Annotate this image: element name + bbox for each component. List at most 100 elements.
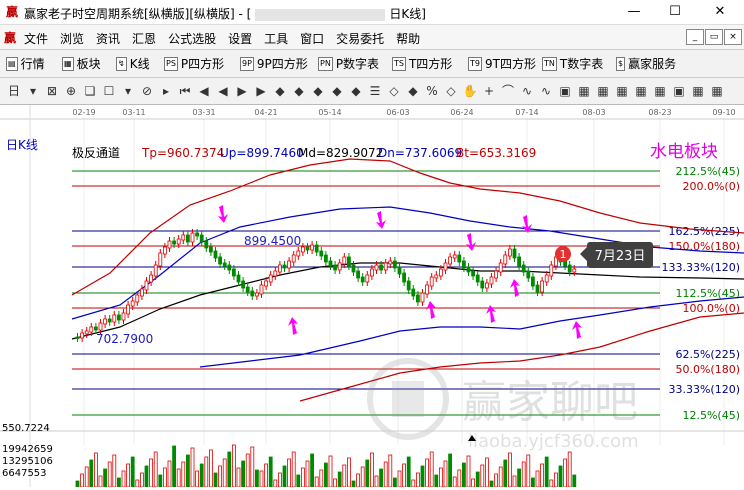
volume-bar xyxy=(250,446,255,488)
tool-icon[interactable]: ▶ xyxy=(234,83,250,99)
toolbar-button-8[interactable]: TN T数字表 xyxy=(542,55,603,72)
toolbar-button-1[interactable]: ▦ 板块 xyxy=(62,55,101,72)
kline-chart-panel[interactable]: 02-19 03-11 03-31 04-21 05-14 06-03 06-24 07-14… xyxy=(0,105,744,488)
volume-bar xyxy=(273,479,278,488)
tool-icon[interactable]: 日 xyxy=(6,83,22,99)
tool-icon[interactable]: ∿ xyxy=(538,83,554,99)
tool-icon[interactable]: ▾ xyxy=(120,83,136,99)
tool-icon[interactable]: ∿ xyxy=(519,83,535,99)
volume-bar xyxy=(75,480,80,488)
candle-body xyxy=(392,260,397,269)
toolbar-label: 行情 xyxy=(20,57,45,71)
tool-icon[interactable]: ▦ xyxy=(576,83,592,99)
menu-item[interactable]: 设置 xyxy=(228,30,252,47)
app-menu-icon[interactable]: 贏 xyxy=(4,29,16,46)
volume-bar xyxy=(498,466,503,488)
toolbar-button-5[interactable]: PN P数字表 xyxy=(318,55,379,72)
toolbar-button-0[interactable]: ▤ 行情 xyxy=(6,55,45,72)
volume-bar xyxy=(540,463,544,488)
tool-icon[interactable]: % xyxy=(424,83,440,99)
candle-body xyxy=(117,314,121,321)
toolbar-icon: 9P xyxy=(240,56,254,71)
tool-icon[interactable]: ⌒ xyxy=(500,83,516,99)
level-label: 200.0%(0) xyxy=(682,180,740,193)
tool-icon[interactable]: ⊘ xyxy=(139,83,155,99)
menu-item[interactable]: 浏览 xyxy=(60,30,84,47)
tool-icon[interactable]: ❏ xyxy=(82,83,98,99)
tool-icon[interactable]: ▦ xyxy=(690,83,706,99)
toolbar-icon: ▦ xyxy=(62,56,74,71)
tool-icon[interactable]: ▦ xyxy=(614,83,630,99)
level-label: 50.0%(180) xyxy=(675,363,740,376)
menu-item[interactable]: 窗口 xyxy=(300,30,324,47)
candle-body xyxy=(300,246,305,253)
toolbar-button-7[interactable]: T9 9T四方形 xyxy=(468,55,536,72)
tool-icon[interactable]: ◆ xyxy=(291,83,307,99)
tool-icon[interactable]: ◇ xyxy=(386,83,402,99)
tool-icon[interactable]: ☰ xyxy=(367,83,383,99)
tool-icon[interactable]: ✋ xyxy=(462,83,478,99)
volume-bar xyxy=(287,458,292,488)
menu-item[interactable]: 汇恩 xyxy=(132,30,156,47)
candle-body xyxy=(480,280,485,289)
tool-icon[interactable]: ◆ xyxy=(405,83,421,99)
main-toolbar: ▤ 行情 ▦ 板块 ↯ K线 PS P四方形 9P 9P四方形 PN P数字表 TS T四方形 T9 9T四方… xyxy=(0,50,744,78)
kline-chart[interactable]: 02-19 03-11 03-31 04-21 05-14 06-03 06-24 07-14… xyxy=(0,105,744,488)
menu-item[interactable]: 帮助 xyxy=(396,30,420,47)
candle-body xyxy=(406,280,411,291)
menu-item[interactable]: 公式选股 xyxy=(168,30,216,47)
tool-icon[interactable]: ◆ xyxy=(329,83,345,99)
candle-body xyxy=(415,294,420,303)
close-button[interactable]: ✕ xyxy=(700,2,740,22)
tool-icon[interactable]: + xyxy=(481,83,497,99)
mdi-minimize-button[interactable]: _ xyxy=(686,29,704,45)
tool-icon[interactable]: ◆ xyxy=(348,83,364,99)
tool-icon[interactable]: ⏮ xyxy=(177,83,193,99)
candle-body xyxy=(521,264,526,273)
tool-icon[interactable]: ☐ xyxy=(101,83,117,99)
toolbar-button-6[interactable]: TS T四方形 xyxy=(392,55,452,72)
candle-body xyxy=(572,268,577,273)
maximize-button[interactable]: ☐ xyxy=(655,2,695,22)
volume-bar xyxy=(291,451,296,488)
tool-icon[interactable]: ▣ xyxy=(557,83,573,99)
tool-icon[interactable]: ⊕ xyxy=(63,83,79,99)
mdi-close-button[interactable]: × xyxy=(724,29,742,45)
tool-icon[interactable]: ▦ xyxy=(709,83,725,99)
tool-icon[interactable]: ▦ xyxy=(595,83,611,99)
tool-icon[interactable]: ▣ xyxy=(671,83,687,99)
menu-item[interactable]: 工具 xyxy=(264,30,288,47)
toolbar-button-3[interactable]: PS P四方形 xyxy=(164,55,224,72)
volume-bar xyxy=(172,445,177,488)
tool-icon[interactable]: ◇ xyxy=(443,83,459,99)
menu-item[interactable]: 文件 xyxy=(24,30,48,47)
tool-icon[interactable]: ◀ xyxy=(196,83,212,99)
tool-icon[interactable]: ▾ xyxy=(25,83,41,99)
candle-body xyxy=(149,274,154,283)
tool-icon[interactable]: ◀ xyxy=(215,83,231,99)
minimize-button[interactable]: — xyxy=(614,2,654,22)
candle-body xyxy=(277,264,282,273)
tool-icon[interactable]: ▦ xyxy=(652,83,668,99)
x-tick-label: 06-03 xyxy=(386,108,409,117)
volume-bar xyxy=(466,455,471,488)
left-axis-value: 550.7224 xyxy=(2,423,50,434)
menu-item[interactable]: 交易委托 xyxy=(336,30,384,47)
candle-body xyxy=(452,254,457,259)
mdi-restore-button[interactable]: ▭ xyxy=(705,29,723,45)
tool-icon[interactable]: ▸ xyxy=(158,83,174,99)
left-axis-value: 6647553 xyxy=(2,468,47,479)
volume-bar xyxy=(126,463,130,488)
toolbar-button-2[interactable]: ↯ K线 xyxy=(116,55,150,72)
candle-body xyxy=(282,264,287,269)
tool-icon[interactable]: ▦ xyxy=(633,83,649,99)
volume-bar xyxy=(80,473,84,488)
toolbar-button-9[interactable]: $ 赢家服务 xyxy=(616,55,676,72)
tool-icon[interactable]: ◆ xyxy=(310,83,326,99)
candle-body xyxy=(314,244,319,253)
tool-icon[interactable]: ▶ xyxy=(253,83,269,99)
menu-item[interactable]: 资讯 xyxy=(96,30,120,47)
tool-icon[interactable]: ⊠ xyxy=(44,83,60,99)
toolbar-button-4[interactable]: 9P 9P四方形 xyxy=(240,55,308,72)
tool-icon[interactable]: ◆ xyxy=(272,83,288,99)
